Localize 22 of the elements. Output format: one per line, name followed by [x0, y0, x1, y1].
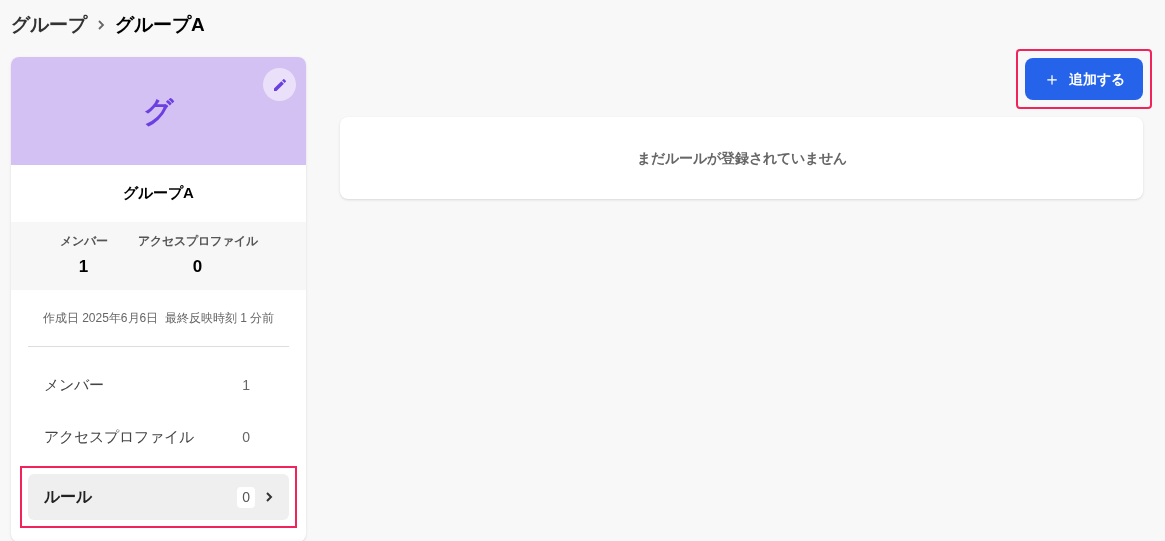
group-initial: グ [143, 93, 174, 130]
plus-icon: ＋ [1043, 65, 1061, 93]
chevron-icon [97, 19, 105, 31]
breadcrumb-current: グループA [115, 12, 205, 37]
nav-item[interactable]: ルール 0 [28, 474, 289, 520]
count-text: 1 [241, 375, 251, 395]
breadcrumb-link[interactable]: グループ [11, 10, 87, 40]
count-text: 0 [241, 427, 251, 447]
stat-label: アクセスプロファイル [137, 233, 258, 251]
pencil-icon [271, 76, 288, 93]
count-badge: 0 [237, 486, 255, 508]
meta-text: 作成日 2025年6月6日 最終反映時刻 1 分前 [42, 310, 275, 327]
group-name: グループA [123, 183, 194, 204]
chevron-icon [265, 491, 273, 503]
empty-message: まだルールが登録されていません [636, 148, 847, 168]
stat-label: メンバー [59, 233, 108, 251]
nav-item[interactable]: メンバー 1 [28, 362, 289, 408]
add-button[interactable]: ＋ 追加する [1025, 58, 1143, 100]
edit-button[interactable] [263, 68, 296, 101]
stat-value: 1 [78, 256, 89, 279]
stat-value: 0 [192, 256, 203, 279]
nav-item[interactable]: アクセスプロファイル 0 [28, 414, 289, 460]
